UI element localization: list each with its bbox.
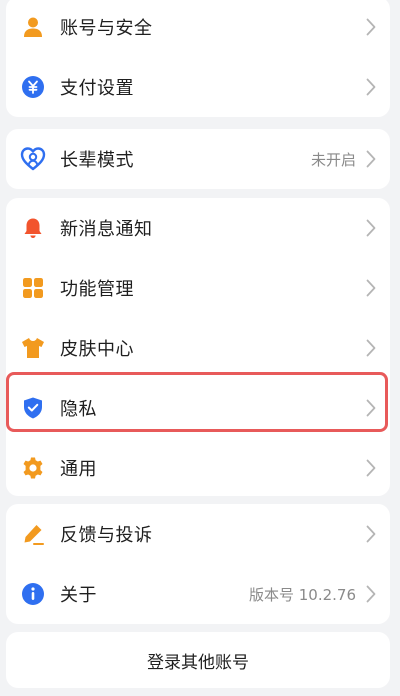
setting-general[interactable]: 通用 — [6, 438, 390, 498]
pen-icon — [20, 521, 46, 547]
settings-group-account: 账号与安全 支付设置 — [6, 0, 390, 117]
setting-payment[interactable]: 支付设置 — [6, 57, 390, 117]
setting-label: 关于 — [60, 585, 97, 606]
setting-elder-mode[interactable]: 长辈模式 未开启 — [6, 129, 390, 189]
setting-label: 隐私 — [60, 399, 97, 420]
setting-skin-center[interactable]: 皮肤中心 — [6, 318, 390, 378]
grid-icon — [20, 275, 46, 301]
setting-label: 功能管理 — [60, 279, 134, 300]
login-other-account-button[interactable]: 登录其他账号 — [6, 632, 390, 688]
chevron-right-icon — [364, 78, 378, 96]
setting-label: 新消息通知 — [60, 219, 153, 240]
yuan-coin-icon — [20, 74, 46, 100]
settings-group-general: 新消息通知 功能管理 皮肤中心 隐私 通用 — [6, 198, 390, 496]
setting-label: 长辈模式 — [60, 150, 134, 171]
chevron-right-icon — [364, 279, 378, 297]
chevron-right-icon — [364, 339, 378, 357]
shield-check-icon — [20, 395, 46, 421]
setting-account-security[interactable]: 账号与安全 — [6, 0, 390, 57]
chevron-right-icon — [364, 585, 378, 603]
info-icon — [20, 581, 46, 607]
setting-label: 通用 — [60, 459, 97, 480]
setting-label: 反馈与投诉 — [60, 525, 153, 546]
chevron-right-icon — [364, 219, 378, 237]
shirt-icon — [20, 335, 46, 361]
user-icon — [20, 14, 46, 40]
gear-icon — [20, 455, 46, 481]
chevron-right-icon — [364, 399, 378, 417]
setting-feature-management[interactable]: 功能管理 — [6, 258, 390, 318]
chevron-right-icon — [364, 525, 378, 543]
chevron-right-icon — [364, 18, 378, 36]
setting-label: 支付设置 — [60, 78, 134, 99]
setting-label: 皮肤中心 — [60, 339, 134, 360]
settings-group-about: 反馈与投诉 关于 版本号 10.2.76 — [6, 504, 390, 624]
chevron-right-icon — [364, 459, 378, 477]
setting-label: 账号与安全 — [60, 18, 153, 39]
setting-notifications[interactable]: 新消息通知 — [6, 198, 390, 258]
version-number: 版本号 10.2.76 — [248, 585, 356, 604]
bell-icon — [20, 215, 46, 241]
elder-mode-status: 未开启 — [310, 150, 356, 169]
setting-feedback[interactable]: 反馈与投诉 — [6, 504, 390, 564]
setting-about[interactable]: 关于 版本号 10.2.76 — [6, 564, 390, 624]
setting-privacy[interactable]: 隐私 — [6, 378, 390, 438]
settings-group-elder: 长辈模式 未开启 — [6, 129, 390, 189]
chevron-right-icon — [364, 150, 378, 168]
heart-icon — [20, 146, 46, 172]
